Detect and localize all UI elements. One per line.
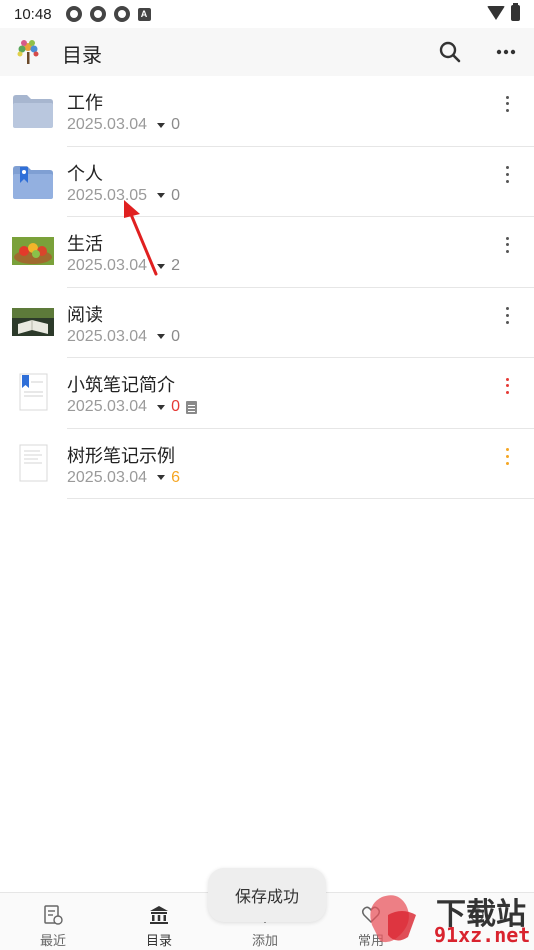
search-icon[interactable]	[436, 38, 464, 66]
status-notification-icons: A	[65, 6, 151, 22]
bookmark-folder-icon	[13, 165, 53, 199]
item-count: 6	[171, 468, 180, 486]
watermark: 下载站 91xz.net	[358, 885, 534, 950]
divider	[67, 498, 534, 499]
list-item[interactable]: 工作 2025.03.04 0	[0, 76, 534, 147]
item-title: 阅读	[67, 304, 103, 325]
item-meta: 2025.03.04 0	[67, 116, 180, 134]
document-icon	[19, 444, 48, 481]
list-item[interactable]: 树形笔记示例 2025.03.04 6	[0, 429, 534, 499]
app-bar: 目录	[0, 28, 534, 76]
notification-icon	[113, 6, 130, 22]
toast-message: 保存成功	[208, 868, 326, 922]
item-title: 树形笔记示例	[67, 445, 175, 466]
item-title: 生活	[67, 234, 103, 254]
item-title: 工作	[67, 93, 103, 113]
item-title: 个人	[67, 163, 103, 184]
item-date: 2025.03.04	[67, 116, 148, 133]
item-date: 2025.03.04	[67, 327, 148, 345]
notification-a-icon: A	[137, 7, 151, 21]
item-more-icon[interactable]	[498, 235, 516, 255]
item-count: 0	[171, 186, 180, 204]
list-item[interactable]: 生活 2025.03.04 2	[0, 217, 534, 288]
caret-down-icon	[157, 475, 166, 480]
caret-down-icon	[157, 122, 166, 128]
folder-icon	[13, 95, 53, 128]
item-date: 2025.03.04	[67, 398, 148, 415]
nav-catalog[interactable]: 目录	[106, 893, 212, 950]
list-item[interactable]: 阅读 2025.03.04 0	[0, 288, 534, 358]
item-more-icon[interactable]	[498, 94, 516, 114]
fruit-thumbnail-icon	[12, 237, 54, 265]
annotation-arrow-icon	[124, 200, 158, 276]
caret-down-icon	[157, 334, 166, 339]
catalog-list: 工作 2025.03.04 0 个人 2025.03.05 0 生活 2025.…	[0, 76, 534, 499]
item-count: 0	[171, 327, 180, 345]
status-time: 10:48	[14, 5, 52, 23]
notification-icon	[89, 6, 106, 22]
item-count: 2	[171, 257, 180, 274]
watermark-url: 91xz.net	[434, 923, 531, 947]
nav-label: 目录	[145, 933, 172, 948]
battery-icon	[511, 3, 520, 21]
document-icon	[185, 400, 197, 414]
item-meta: 2025.03.04 0	[67, 398, 197, 416]
status-bar: 10:48 A	[0, 0, 534, 28]
item-title: 小筑笔记简介	[67, 375, 175, 395]
recent-icon	[44, 905, 63, 925]
item-count: 0	[171, 398, 180, 415]
status-system-icons	[487, 3, 520, 21]
list-item[interactable]: 小筑笔记简介 2025.03.04 0	[0, 358, 534, 429]
item-more-icon[interactable]	[498, 306, 516, 326]
wifi-icon	[487, 6, 505, 20]
item-meta: 2025.03.04 6	[67, 469, 180, 487]
nav-label: 添加	[251, 933, 278, 948]
list-item[interactable]: 个人 2025.03.05 0	[0, 147, 534, 217]
item-more-icon[interactable]	[498, 376, 516, 396]
nav-recent[interactable]: 最近	[0, 893, 106, 950]
item-date: 2025.03.04	[67, 468, 148, 486]
item-count: 0	[171, 116, 180, 133]
notification-icon	[65, 6, 82, 22]
page-title: 目录	[62, 45, 102, 67]
bookmark-document-icon	[19, 373, 48, 411]
item-meta: 2025.03.04 0	[67, 328, 180, 346]
catalog-icon	[150, 906, 168, 924]
nav-label: 最近	[39, 933, 66, 948]
caret-down-icon	[157, 404, 166, 410]
tree-logo-icon	[17, 40, 39, 64]
more-horizontal-icon[interactable]	[492, 38, 520, 66]
reading-thumbnail-icon	[12, 307, 54, 336]
watermark-logo-icon	[370, 895, 416, 943]
item-more-icon[interactable]	[498, 165, 516, 185]
item-more-icon[interactable]	[498, 447, 516, 467]
